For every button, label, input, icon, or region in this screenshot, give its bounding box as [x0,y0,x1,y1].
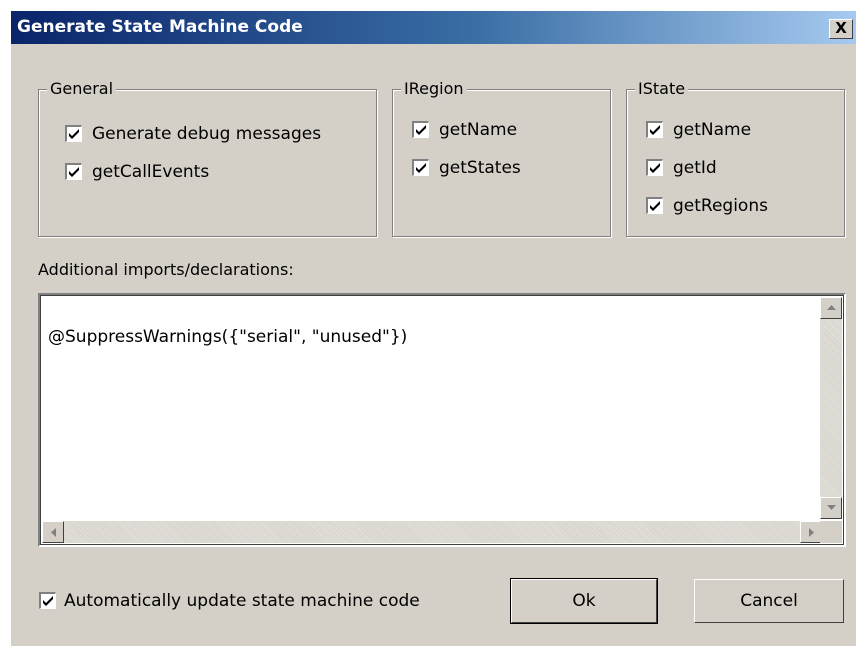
checkbox-auto-update[interactable]: Automatically update state machine code [39,591,499,613]
arrow-left-icon [51,528,56,537]
group-general-title: General [47,79,117,99]
dialog-title: Generate State Machine Code [17,17,303,37]
ok-button[interactable]: Ok [510,578,658,624]
imports-label: Additional imports/declarations: [38,260,294,279]
check-icon [650,201,660,211]
check-icon [416,125,426,135]
cancel-button-label: Cancel [740,591,798,611]
group-iregion: IRegion getName getStates [392,79,611,237]
imports-text[interactable]: @SuppressWarnings({"serial", "unused"}) [48,327,407,347]
checkbox-box[interactable] [65,163,82,180]
cancel-button[interactable]: Cancel [694,579,844,623]
checkbox-iregion-get-name[interactable]: getName [412,120,602,142]
arrow-up-icon [827,305,836,310]
ok-button-label: Ok [572,591,596,611]
group-istate: IState getName getId getRegions [626,79,845,237]
checkbox-label: Automatically update state machine code [64,591,420,611]
check-icon [650,163,660,173]
checkbox-box[interactable] [39,592,56,609]
checkbox-box[interactable] [646,197,663,214]
check-icon [69,129,79,139]
scroll-left-button[interactable] [42,521,64,543]
check-icon [43,596,53,606]
checkbox-istate-get-regions[interactable]: getRegions [646,196,836,218]
checkbox-box[interactable] [412,121,429,138]
horizontal-scrollbar[interactable] [42,521,822,543]
close-icon: X [835,19,847,37]
title-bar[interactable]: Generate State Machine Code X [11,11,856,44]
checkbox-get-call-events[interactable]: getCallEvents [65,162,365,184]
checkbox-box[interactable] [646,121,663,138]
checkbox-iregion-get-states[interactable]: getStates [412,158,602,180]
arrow-right-icon [809,528,814,537]
check-icon [69,167,79,177]
checkbox-label: getRegions [673,196,768,216]
checkbox-label: getId [673,158,717,178]
checkbox-label: getStates [439,158,521,178]
checkbox-istate-get-name[interactable]: getName [646,120,836,142]
checkbox-box[interactable] [65,125,82,142]
scrollbar-corner [820,521,842,543]
check-icon [416,163,426,173]
checkbox-label: Generate debug messages [92,124,322,144]
group-istate-title: IState [635,79,689,99]
checkbox-label: getCallEvents [92,162,210,182]
arrow-down-icon [827,505,836,510]
close-button[interactable]: X [829,19,853,39]
scroll-down-button[interactable] [820,497,842,519]
vertical-scrollbar[interactable] [820,297,842,519]
generate-code-dialog: Generate State Machine Code X General Ge… [10,10,856,646]
check-icon [650,125,660,135]
imports-textarea[interactable]: @SuppressWarnings({"serial", "unused"}) [38,293,846,547]
checkbox-box[interactable] [412,159,429,176]
group-iregion-title: IRegion [401,79,467,99]
scroll-up-button[interactable] [820,297,842,319]
group-general: General Generate debug messages getCallE… [38,79,377,237]
checkbox-istate-get-id[interactable]: getId [646,158,836,180]
checkbox-label: getName [673,120,752,140]
checkbox-generate-debug-messages[interactable]: Generate debug messages [65,124,365,146]
checkbox-box[interactable] [646,159,663,176]
checkbox-label: getName [439,120,518,140]
scroll-right-button[interactable] [800,521,822,543]
